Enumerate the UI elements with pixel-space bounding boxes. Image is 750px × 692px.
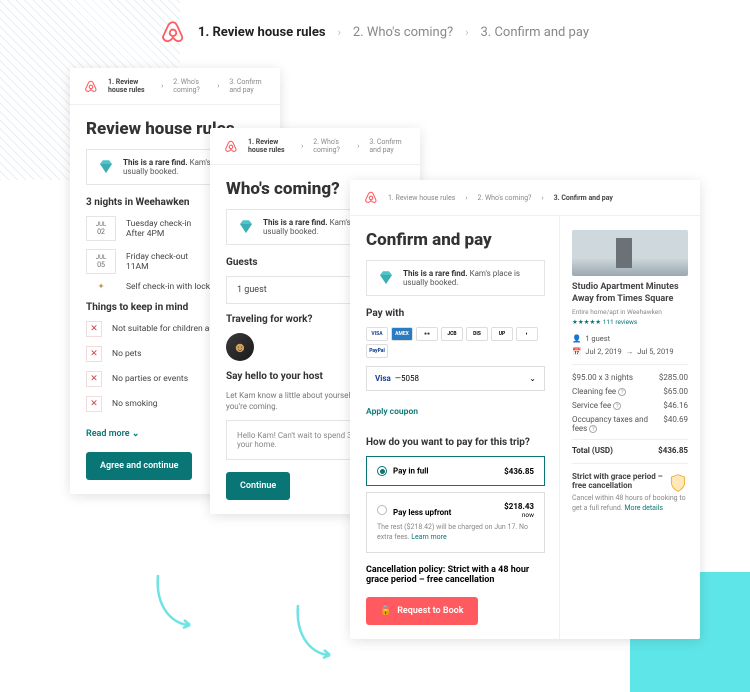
airbnb-logo-icon: [160, 18, 186, 46]
price-line: $95.00 x 3 nights$285.00: [572, 373, 688, 382]
apply-coupon-link[interactable]: Apply coupon: [366, 407, 418, 417]
no-smoking-icon: ✕: [86, 396, 102, 412]
shield-icon: [668, 472, 688, 494]
visa-icon: VISA: [366, 327, 388, 341]
step-3[interactable]: 3. Confirm and pay: [481, 25, 589, 40]
pay-with-label: Pay with: [366, 308, 545, 319]
more-details-link[interactable]: More details: [624, 504, 663, 512]
no-parties-icon: ✕: [86, 371, 102, 387]
airbnb-logo-icon: [224, 139, 238, 154]
diamond-icon: [97, 158, 115, 176]
calendar-icon: 📅: [572, 347, 581, 356]
step-2[interactable]: 2. Who's coming?: [353, 25, 453, 40]
date-meta: 📅Jul 2, 2019→Jul 5, 2019: [572, 347, 688, 356]
diners-icon: ◐: [516, 327, 538, 341]
bc-step: 1. Review house rules: [108, 78, 151, 94]
diamond-icon: [377, 269, 395, 287]
airbnb-logo-icon: [84, 79, 98, 94]
radio-icon: [377, 505, 387, 515]
jcb-icon: JCB: [441, 327, 463, 341]
date-box: JUL02: [86, 216, 116, 241]
pay-question: How do you want to pay for this trip?: [366, 437, 545, 448]
flow-arrow-icon: [290, 600, 340, 674]
help-icon[interactable]: ?: [613, 402, 621, 410]
help-icon[interactable]: ?: [589, 425, 597, 433]
card-breadcrumb: 1. Review house rules› 2. Who's coming?›…: [210, 128, 420, 165]
bc-step: 2. Who's coming?: [477, 194, 531, 202]
property-title: Studio Apartment Minutes Away from Times…: [572, 282, 688, 305]
mastercard-icon: ●●: [416, 327, 438, 341]
rare-find-banner: This is a rare find. Kam's place is usua…: [366, 260, 545, 296]
price-summary: Studio Apartment Minutes Away from Times…: [560, 216, 700, 639]
no-pets-icon: ✕: [86, 346, 102, 362]
bc-step: 2. Who's coming?: [173, 78, 207, 94]
chevron-down-icon: ⌄: [132, 429, 140, 439]
bc-step: 1. Review house rules: [248, 138, 291, 154]
host-avatar: ☻: [226, 333, 254, 361]
paypal-icon: PayPal: [366, 344, 388, 358]
price-line: Cleaning fee?$65.00: [572, 387, 688, 396]
price-line: Service fee?$46.16: [572, 401, 688, 410]
learn-more-link[interactable]: Learn more: [411, 533, 446, 541]
top-breadcrumb: 1. Review house rules › 2. Who's coming?…: [160, 18, 589, 46]
page-title: Confirm and pay: [366, 230, 545, 250]
card-breadcrumb: 1. Review house rules› 2. Who's coming?›…: [350, 180, 700, 216]
step-1[interactable]: 1. Review house rules: [198, 25, 326, 40]
date-box: JUL05: [86, 249, 116, 274]
airbnb-logo-icon: [364, 190, 378, 205]
bc-step: 3. Confirm and pay: [369, 138, 406, 154]
pay-option-full[interactable]: Pay in full$436.85: [366, 456, 545, 486]
price-total: Total (USD)$436.85: [572, 439, 688, 455]
lock-icon: 🔒: [380, 606, 391, 616]
no-children-icon: ✕: [86, 321, 102, 337]
radio-icon: [377, 466, 387, 476]
bc-step: 3. Confirm and pay: [229, 78, 266, 94]
read-more-link[interactable]: Read more ⌄: [86, 429, 139, 439]
policy-sub: Cancel within 48 hours of booking to get…: [572, 494, 688, 514]
price-line: Occupancy taxes and fees?$40.69: [572, 415, 688, 433]
card-select[interactable]: Visa —5058 ⌄: [366, 366, 545, 391]
card-breadcrumb: 1. Review house rules› 2. Who's coming?›…: [70, 68, 280, 105]
cancellation-heading: Cancellation policy: Strict with a 48 ho…: [366, 565, 545, 585]
payment-methods: VISA AMEX ●● JCB DIS UP ◐ PayPal: [366, 327, 545, 358]
flow-arrow-icon: [150, 570, 200, 644]
arrow-right-icon: →: [626, 347, 634, 356]
chevron-right-icon: ›: [338, 26, 341, 39]
pay-option-less[interactable]: Pay less upfront$218.43now The rest ($21…: [366, 492, 545, 553]
property-subtitle: Entire home/apt in Weehawken: [572, 308, 688, 316]
chevron-right-icon: ›: [465, 26, 468, 39]
agree-continue-button[interactable]: Agree and continue: [86, 452, 192, 480]
continue-button[interactable]: Continue: [226, 472, 290, 500]
bc-step: 3. Confirm and pay: [554, 194, 613, 202]
bc-step: 1. Review house rules: [388, 194, 455, 202]
unionpay-icon: UP: [491, 327, 513, 341]
bc-step: 2. Who's coming?: [313, 138, 347, 154]
key-icon: ✦: [86, 282, 116, 292]
help-icon[interactable]: ?: [618, 388, 626, 396]
request-book-button[interactable]: 🔒Request to Book: [366, 597, 478, 625]
rating: ★★★★★ 111 reviews: [572, 318, 688, 326]
property-thumbnail: [572, 230, 688, 276]
guest-meta: 👤1 guest: [572, 334, 688, 343]
card-confirm-pay: 1. Review house rules› 2. Who's coming?›…: [350, 180, 700, 639]
diamond-icon: [237, 218, 255, 236]
discover-icon: DIS: [466, 327, 488, 341]
chevron-down-icon: ⌄: [529, 374, 536, 383]
amex-icon: AMEX: [391, 327, 413, 341]
person-icon: 👤: [572, 334, 581, 343]
